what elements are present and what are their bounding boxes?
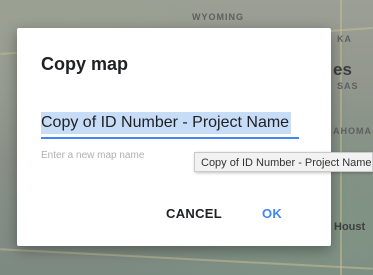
map-name-input[interactable]: Copy of ID Number - Project Name (41, 112, 299, 139)
map-name-value[interactable]: Copy of ID Number - Project Name (41, 112, 292, 134)
name-tooltip: Copy of ID Number - Project Name (194, 152, 373, 172)
map-label-state: es (333, 60, 352, 79)
ok-button[interactable]: OK (262, 206, 282, 221)
map-label-state: WYOMING (192, 12, 244, 22)
copy-map-dialog: Copy map Copy of ID Number - Project Nam… (17, 28, 331, 246)
cancel-button[interactable]: CANCEL (166, 206, 222, 221)
map-label-city: Houst (334, 221, 366, 233)
map-label-state: AHOMA (333, 126, 372, 136)
dialog-title: Copy map (41, 54, 129, 74)
map-road (0, 248, 373, 270)
map-label-state: SAS (337, 81, 359, 91)
map-label-state: KA (337, 34, 352, 44)
map-name-hint: Enter a new map name (41, 150, 145, 161)
input-underline (41, 137, 299, 139)
